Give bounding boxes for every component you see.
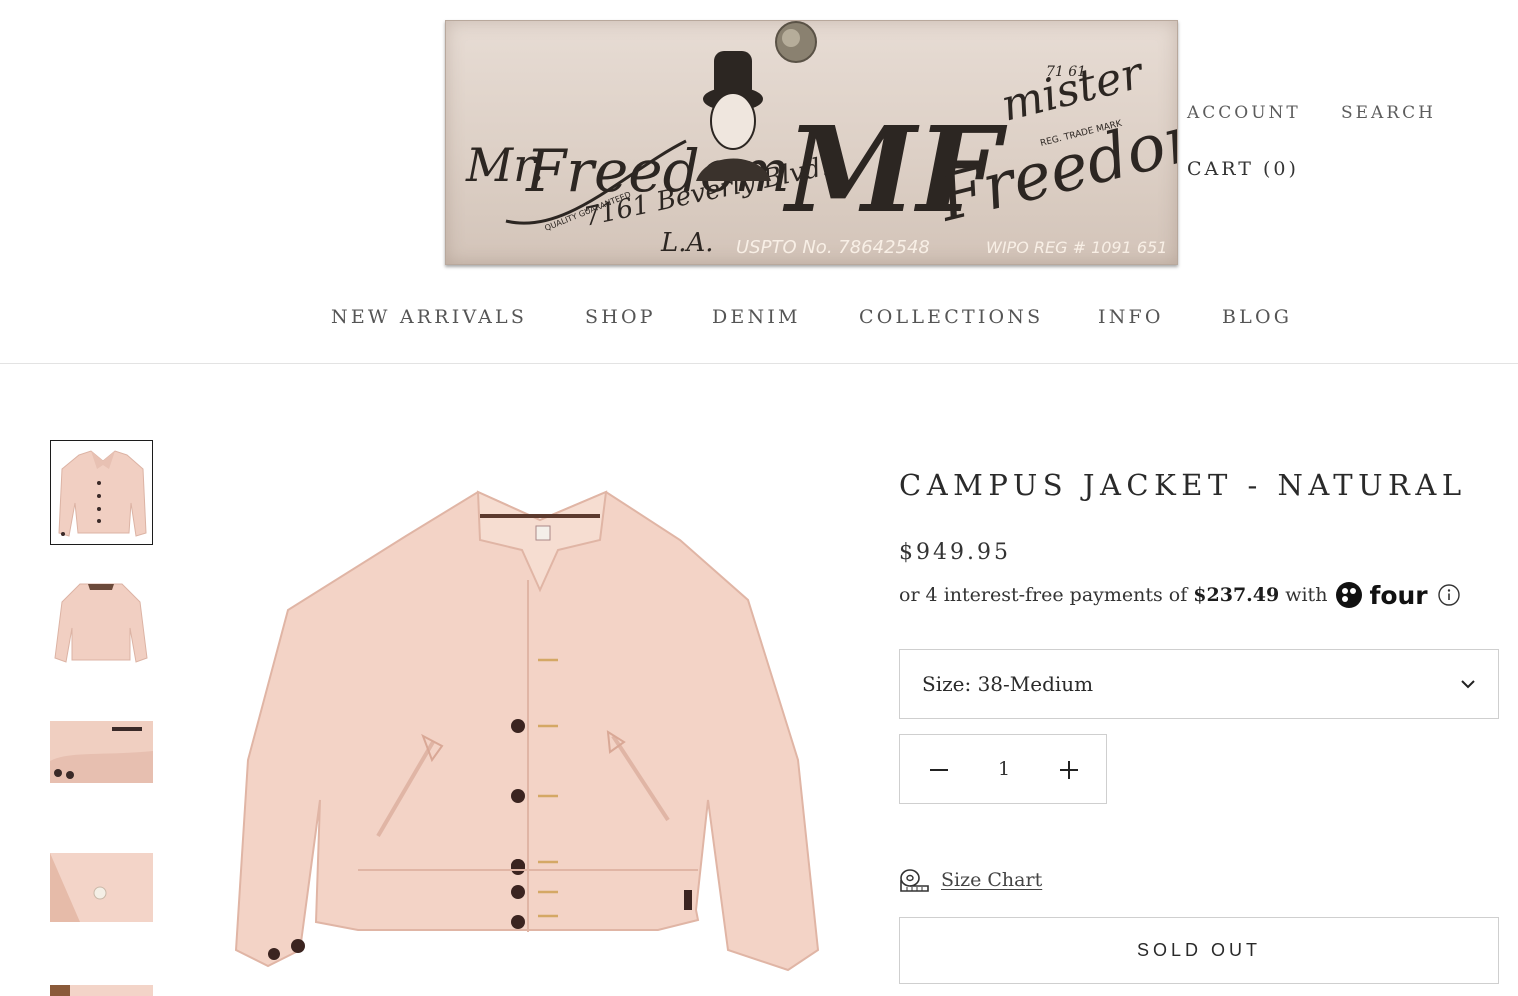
thumbnail-button-detail[interactable] (50, 853, 153, 922)
nav-shop[interactable]: SHOP (585, 306, 656, 328)
thumbnail-front[interactable] (50, 440, 153, 545)
installment-amount: $237.49 (1193, 584, 1280, 606)
info-icon[interactable] (1437, 584, 1460, 606)
installment-prefix: or 4 interest-free payments of (899, 584, 1188, 606)
cart-count: (0) (1262, 158, 1299, 180)
size-chart-link[interactable]: Size Chart (941, 869, 1042, 891)
product-title: CAMPUS JACKET - NATURAL (899, 468, 1467, 502)
size-value: 38-Medium (977, 672, 1094, 696)
brand-logo[interactable]: Mr. Freedom 7161 Beverly Blvd. L.A. QUAL… (445, 20, 1178, 265)
svg-text:L.A.: L.A. (660, 228, 714, 258)
thumbnail-front-image (51, 441, 152, 544)
cart-link[interactable]: CART (0) (1187, 158, 1299, 180)
chevron-down-icon (1461, 680, 1475, 689)
jacket-image (228, 470, 826, 996)
svg-text:WIPO REG # 1091 651: WIPO REG # 1091 651 (986, 238, 1167, 257)
nav-new-arrivals[interactable]: NEW ARRIVALS (331, 306, 527, 328)
thumbnail-cuff-image (50, 721, 153, 783)
svg-text:71 61: 71 61 (1046, 64, 1086, 80)
size-select[interactable]: Size: 38-Medium (899, 649, 1499, 719)
four-logo-icon (1336, 582, 1363, 608)
brand-logo-art: Mr. Freedom 7161 Beverly Blvd. L.A. QUAL… (465, 21, 1177, 258)
thumbnail-button-image (50, 853, 153, 922)
cart-label: CART (1187, 158, 1254, 180)
header-divider (0, 363, 1518, 364)
four-logo[interactable]: four (1335, 580, 1428, 610)
nav-denim[interactable]: DENIM (712, 306, 801, 328)
svg-text:USPTO No. 78642548: USPTO No. 78642548 (736, 237, 930, 258)
nav-collections[interactable]: COLLECTIONS (859, 306, 1043, 328)
measuring-tape-icon (900, 869, 929, 892)
installment-message: or 4 interest-free payments of $237.49 w… (899, 580, 1460, 610)
thumbnail-back[interactable] (50, 578, 153, 668)
thumbnail-label-detail[interactable] (50, 985, 153, 996)
account-link[interactable]: ACCOUNT (1187, 103, 1301, 123)
main-navigation: NEW ARRIVALS SHOP DENIM COLLECTIONS INFO… (0, 306, 1518, 336)
search-link[interactable]: SEARCH (1341, 103, 1436, 123)
thumbnail-label-image (50, 985, 153, 996)
product-main-image[interactable] (228, 470, 826, 996)
nav-blog[interactable]: BLOG (1222, 306, 1292, 328)
size-label: Size: (922, 672, 972, 696)
installment-with: with (1285, 584, 1328, 606)
nav-info[interactable]: INFO (1098, 306, 1164, 328)
size-chart[interactable]: Size Chart (899, 866, 1042, 894)
four-logo-text: four (1369, 580, 1428, 610)
product-price: $949.95 (899, 540, 1011, 565)
plus-icon[interactable] (1056, 757, 1082, 783)
sold-out-button[interactable]: SOLD OUT (899, 917, 1499, 984)
thumbnail-cuff-detail[interactable] (50, 721, 153, 783)
quantity-stepper: 1 (899, 734, 1107, 804)
thumbnail-back-image (50, 578, 153, 668)
